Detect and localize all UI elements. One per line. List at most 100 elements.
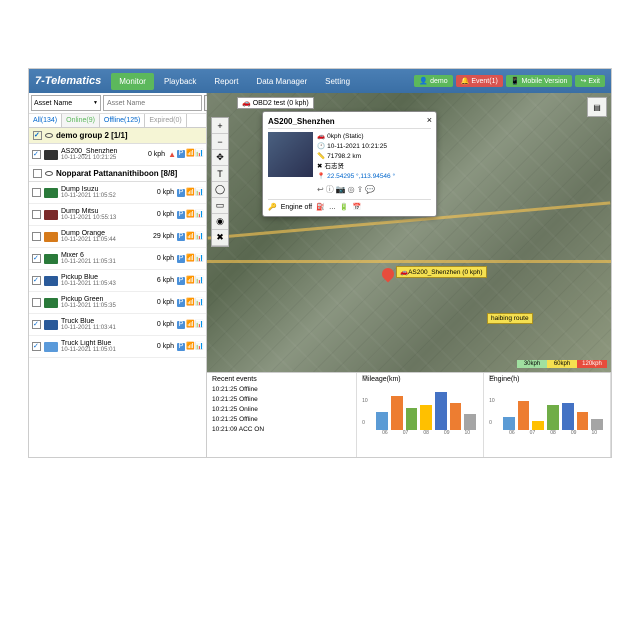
nav-setting[interactable]: Setting <box>317 73 358 90</box>
event-item: 10:21:25 Offline <box>212 415 351 425</box>
map-tool-icon[interactable]: T <box>212 166 228 182</box>
bar <box>503 417 515 431</box>
events-list: 10:21:25 Offline 10:21:25 Offline10:21:25… <box>212 385 351 435</box>
vehicle-icon <box>44 210 58 220</box>
info-icon[interactable]: ⓘ <box>326 185 334 195</box>
map-tool-icon[interactable]: ◯ <box>212 182 228 198</box>
speed-scale: 30kph 60kph 120kph <box>517 360 607 368</box>
signal-icon: 📶 <box>186 343 194 351</box>
camera-icon[interactable]: 📷 <box>336 185 346 195</box>
tab-expired[interactable]: Expired(0) <box>145 114 186 127</box>
zoom-in-button[interactable]: + <box>212 118 228 134</box>
zoom-out-button[interactable]: − <box>212 134 228 150</box>
event-item: 10:21:25 Online <box>212 405 351 415</box>
tab-online[interactable]: Online(9) <box>62 114 100 127</box>
group-name: Nopparat Pattananithiboon [8/8] <box>56 169 177 178</box>
tab-all[interactable]: All(134) <box>29 114 62 127</box>
vehicle-row[interactable]: Dump Orange10-11-2021 11:05:44 29 kph P📶… <box>29 226 206 248</box>
nav-report[interactable]: Report <box>206 73 246 90</box>
bar <box>577 412 589 430</box>
park-icon: P <box>177 321 185 329</box>
park-icon: P <box>177 277 185 285</box>
group-checkbox[interactable] <box>33 169 42 178</box>
group-header[interactable]: Nopparat Pattananithiboon [8/8] <box>29 166 206 182</box>
park-icon: P <box>177 299 185 307</box>
search-selector[interactable]: Asset Name <box>31 95 101 111</box>
mobile-button[interactable]: 📱Mobile Version <box>506 75 573 87</box>
vehicle-checkbox[interactable] <box>32 342 41 351</box>
bottom-panels: Recent events 10:21:25 Offline10:21:25 O… <box>207 372 611 457</box>
chart-title: Engine(h) <box>489 376 605 383</box>
vehicle-checkbox[interactable] <box>32 298 41 307</box>
vehicle-icon <box>44 188 58 198</box>
vehicle-row[interactable]: Pickup Green10-11-2021 11:05:35 0 kph P📶… <box>29 292 206 314</box>
vehicle-icon <box>44 320 58 330</box>
popup-info: 🚗 0kph (Static) 🕐 10-11-2021 10:21:25 📏 … <box>317 132 431 195</box>
layers-button[interactable]: ▤ <box>587 97 607 117</box>
map-controls: + − ✥ T ◯ ▭ ◉ ✖ <box>211 117 229 247</box>
park-icon: P <box>177 211 185 219</box>
vehicle-row[interactable]: Truck Blue10-11-2021 11:03:41 0 kph P📶📊 <box>29 314 206 336</box>
bar <box>450 403 462 430</box>
vehicle-checkbox[interactable] <box>32 188 41 197</box>
vehicle-row[interactable]: Truck Light Blue10-11-2021 11:05:01 0 kp… <box>29 336 206 358</box>
group-checkbox[interactable] <box>33 131 42 140</box>
tab-offline[interactable]: Offline(125) <box>100 114 145 127</box>
map[interactable]: 🚗OBD2 test (0 kph) + − ✥ T ◯ ▭ ◉ ✖ ▤ × A… <box>207 93 611 372</box>
recent-events-panel: Recent events 10:21:25 Offline10:21:25 O… <box>207 373 357 457</box>
chart-icon: 📊 <box>195 233 203 241</box>
nav-playback[interactable]: Playback <box>156 73 204 90</box>
engine-status: Engine off <box>281 204 312 211</box>
vehicle-row[interactable]: Mixer 610-11-2021 11:05:31 0 kph P📶📊 <box>29 248 206 270</box>
route-label: haibing route <box>487 313 533 324</box>
chart-icon: 📊 <box>195 189 203 197</box>
vehicle-checkbox[interactable] <box>32 210 41 219</box>
chat-icon[interactable]: 💬 <box>365 185 375 195</box>
pin-icon <box>380 266 397 283</box>
vehicle-checkbox[interactable] <box>32 150 41 159</box>
demo-button[interactable]: 👤demo <box>414 75 452 87</box>
map-tool-icon[interactable]: ◉ <box>212 214 228 230</box>
vehicle-checkbox[interactable] <box>32 320 41 329</box>
exit-button[interactable]: ↪Exit <box>575 75 605 87</box>
eye-icon <box>45 133 53 138</box>
vehicle-icon <box>44 298 58 308</box>
event-item: 10:21:09 ACC ON <box>212 425 351 435</box>
vehicle-row[interactable]: AS200_Shenzhen10-11-2021 10:21:25 0 kph … <box>29 144 206 166</box>
obd-tag[interactable]: 🚗OBD2 test (0 kph) <box>237 97 314 109</box>
group-header[interactable]: demo group 2 [1/1] <box>29 128 206 144</box>
vehicle-icon <box>44 342 58 352</box>
vehicle-row[interactable]: Dump Isuzu10-11-2021 11:05:52 0 kph P📶📊 <box>29 182 206 204</box>
nav-monitor[interactable]: Monitor <box>111 73 154 90</box>
map-tool-icon[interactable]: ✥ <box>212 150 228 166</box>
map-tool-icon[interactable]: ▭ <box>212 198 228 214</box>
event-button[interactable]: 🔔Event(1) <box>456 75 503 87</box>
chart-icon: 📊 <box>195 277 203 285</box>
signal-icon: 📶 <box>186 150 194 158</box>
map-marker[interactable]: 🚗AS200_Shenzhen (0 kph) <box>382 268 394 280</box>
signal-icon: 📶 <box>186 277 194 285</box>
bar <box>391 396 403 430</box>
target-icon[interactable]: ◎ <box>348 185 355 195</box>
vehicle-row[interactable]: Pickup Blue10-11-2021 11:05:43 6 kph P📶📊 <box>29 270 206 292</box>
vehicle-list[interactable]: demo group 2 [1/1] AS200_Shenzhen10-11-2… <box>29 128 206 457</box>
signal-icon: 📶 <box>186 189 194 197</box>
vehicle-checkbox[interactable] <box>32 232 41 241</box>
map-tool-icon[interactable]: ✖ <box>212 230 228 246</box>
signal-icon: 📶 <box>186 233 194 241</box>
bar <box>435 392 447 430</box>
search-input[interactable] <box>103 95 202 111</box>
bar <box>376 412 388 430</box>
vehicle-image <box>268 132 313 177</box>
nav-data-manager[interactable]: Data Manager <box>248 73 315 90</box>
group-name: demo group 2 [1/1] <box>56 131 128 140</box>
panel-title: Recent events <box>212 376 351 383</box>
event-item: 10:21:25 Offline <box>212 395 351 405</box>
vehicle-checkbox[interactable] <box>32 254 41 263</box>
bar <box>562 403 574 430</box>
vehicle-row[interactable]: Dump Mitsu10-11-2021 10:55:13 0 kph P📶📊 <box>29 204 206 226</box>
close-icon[interactable]: × <box>427 115 432 125</box>
share-icon[interactable]: ⇪ <box>357 185 364 195</box>
vehicle-checkbox[interactable] <box>32 276 41 285</box>
reply-icon[interactable]: ↩ <box>317 185 324 195</box>
